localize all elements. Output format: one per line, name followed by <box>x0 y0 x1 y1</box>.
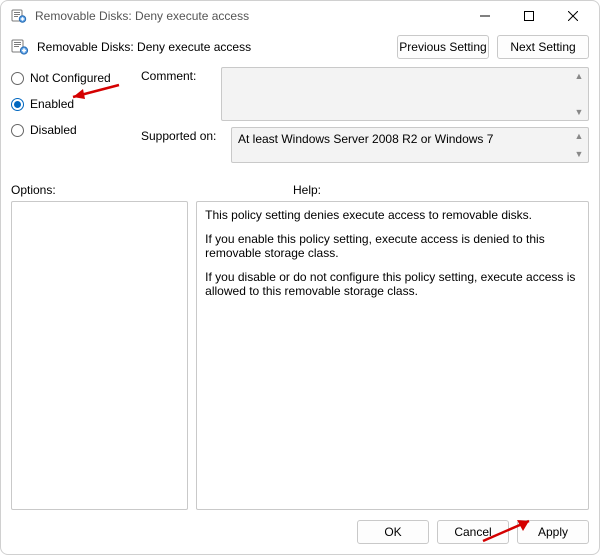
panel-labels: Options: Help: <box>11 183 589 197</box>
next-setting-button[interactable]: Next Setting <box>497 35 589 59</box>
comment-value <box>222 68 588 76</box>
header-row: Removable Disks: Deny execute access Pre… <box>11 35 589 59</box>
scroll-up-icon[interactable]: ▲ <box>572 130 586 142</box>
help-panel: This policy setting denies execute acces… <box>196 201 589 510</box>
options-label: Options: <box>11 183 293 197</box>
apply-button[interactable]: Apply <box>517 520 589 544</box>
comment-textarea[interactable]: ▲ ▼ <box>221 67 589 121</box>
policy-app-icon <box>11 8 27 24</box>
state-radio-group: Not Configured Enabled Disabled <box>11 67 129 149</box>
previous-setting-button[interactable]: Previous Setting <box>397 35 489 59</box>
config-area: Not Configured Enabled Disabled Comment: <box>11 67 589 169</box>
comment-field: Comment: ▲ ▼ <box>141 67 589 121</box>
scroll-down-icon[interactable]: ▼ <box>572 148 586 160</box>
scroll-up-icon[interactable]: ▲ <box>572 70 586 82</box>
titlebar: Removable Disks: Deny execute access <box>1 1 599 31</box>
scroll-down-icon[interactable]: ▼ <box>572 106 586 118</box>
radio-icon <box>11 72 24 85</box>
supported-label: Supported on: <box>141 127 231 143</box>
panels-row: This policy setting denies execute acces… <box>11 201 589 510</box>
supported-value: At least Windows Server 2008 R2 or Windo… <box>232 128 588 150</box>
options-panel <box>11 201 188 510</box>
comment-label: Comment: <box>141 67 221 83</box>
cancel-button[interactable]: Cancel <box>437 520 509 544</box>
radio-icon <box>11 124 24 137</box>
ok-button[interactable]: OK <box>357 520 429 544</box>
dialog-buttons: OK Cancel Apply <box>11 520 589 544</box>
close-button[interactable] <box>551 1 595 31</box>
scroll-arrows: ▲ ▼ <box>572 130 586 160</box>
maximize-button[interactable] <box>507 1 551 31</box>
radio-label: Enabled <box>30 97 74 111</box>
radio-label: Disabled <box>30 123 77 137</box>
help-paragraph: If you disable or do not configure this … <box>205 270 580 298</box>
policy-title: Removable Disks: Deny execute access <box>37 40 251 54</box>
radio-label: Not Configured <box>30 71 111 85</box>
radio-not-configured[interactable]: Not Configured <box>11 71 129 85</box>
policy-icon <box>11 38 29 56</box>
radio-disabled[interactable]: Disabled <box>11 123 129 137</box>
minimize-button[interactable] <box>463 1 507 31</box>
help-paragraph: This policy setting denies execute acces… <box>205 208 580 222</box>
radio-enabled[interactable]: Enabled <box>11 97 129 111</box>
dialog-window: Removable Disks: Deny execute access <box>0 0 600 555</box>
scroll-arrows: ▲ ▼ <box>572 70 586 118</box>
supported-box: At least Windows Server 2008 R2 or Windo… <box>231 127 589 163</box>
radio-icon <box>11 98 24 111</box>
dialog-content: Removable Disks: Deny execute access Pre… <box>1 31 599 554</box>
help-paragraph: If you enable this policy setting, execu… <box>205 232 580 260</box>
window-title: Removable Disks: Deny execute access <box>35 9 249 23</box>
help-label: Help: <box>293 183 589 197</box>
supported-field: Supported on: At least Windows Server 20… <box>141 127 589 163</box>
